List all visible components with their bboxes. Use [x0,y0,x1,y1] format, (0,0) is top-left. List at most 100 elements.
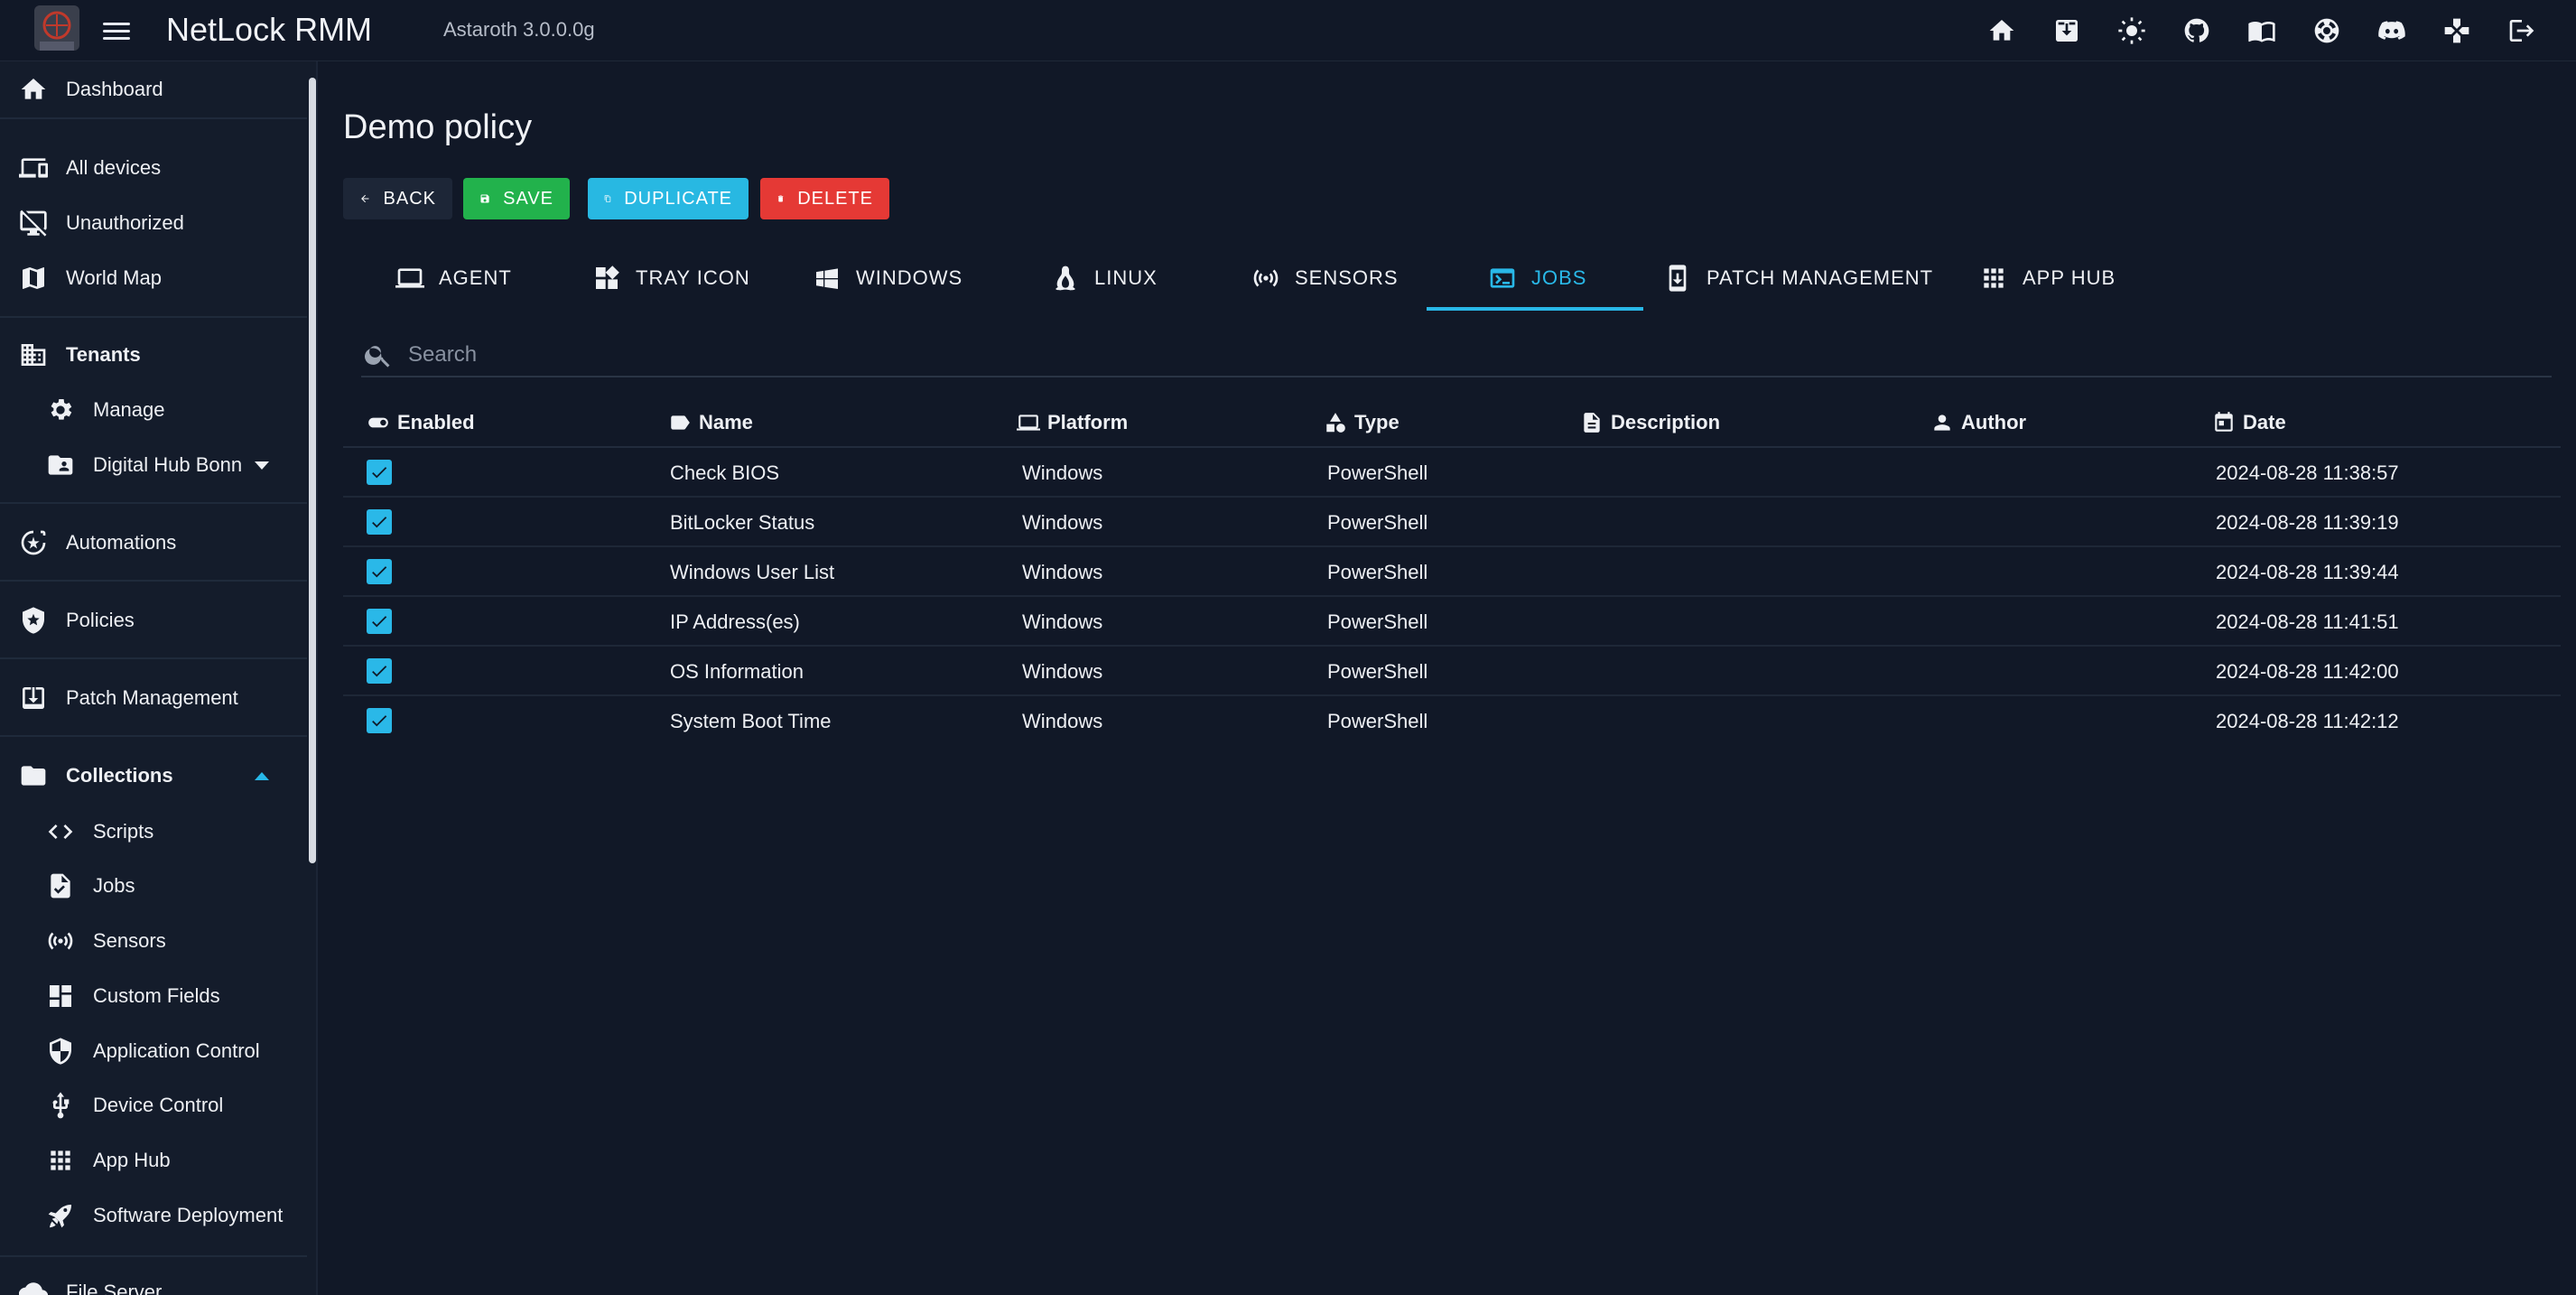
job-type: PowerShell [1327,510,1428,534]
column-header-type[interactable]: Type [1324,408,1400,437]
column-header-enabled[interactable]: Enabled [367,408,475,437]
table-row[interactable]: BitLocker Status Windows PowerShell 2024… [343,498,2561,547]
job-date: 2024-08-28 11:38:57 [2216,461,2399,484]
chevron-up-icon[interactable] [255,771,269,780]
table-row[interactable]: Check BIOS Windows PowerShell 2024-08-28… [343,448,2561,498]
divider [0,657,307,659]
column-header-platform[interactable]: Platform [1017,408,1128,437]
enabled-checkbox[interactable] [367,708,392,733]
column-header-description[interactable]: Description [1580,408,1720,437]
download-icon[interactable] [2049,13,2085,49]
tab-jobs[interactable]: JOBS [1488,246,1586,311]
sidebar-item-automations[interactable]: Automations [0,520,307,565]
sidebar-item-label: World Map [66,266,162,289]
column-header-name[interactable]: Name [668,408,753,437]
job-date: 2024-08-28 11:41:51 [2216,610,2399,633]
column-header-date[interactable]: Date [2212,408,2286,437]
arrow-left-icon [361,194,369,203]
sidebar-item-dashboard[interactable]: Dashboard [0,67,307,112]
sidebar-item-all-devices[interactable]: All devices [0,145,307,191]
enabled-checkbox[interactable] [367,658,392,684]
sidebar-item-device-control[interactable]: Device Control [0,1083,307,1128]
top-bar: NetLock RMM Astaroth 3.0.0.0g [0,0,2576,61]
documentation-icon[interactable] [2244,13,2280,49]
divider [0,580,307,582]
job-name: Windows User List [670,560,835,583]
tab-patch-management[interactable]: PATCH MANAGEMENT [1663,246,1933,311]
delete-button[interactable]: DELETE [760,178,889,219]
sidebar-item-manage[interactable]: Manage [0,387,307,433]
table-row[interactable]: IP Address(es) Windows PowerShell 2024-0… [343,597,2561,647]
duplicate-button[interactable]: DUPLICATE [588,178,749,219]
sidebar-item-custom-fields[interactable]: Custom Fields [0,974,307,1019]
sidebar-item-label: Device Control [93,1094,224,1116]
sidebar-item-label: Jobs [93,874,135,897]
github-icon[interactable] [2179,13,2215,49]
sidebar-item-unauthorized[interactable]: Unauthorized [0,200,307,246]
gamepad-icon[interactable] [2439,13,2475,49]
column-header-author[interactable]: Author [1930,408,2026,437]
tab-label: WINDOWS [856,266,963,289]
theme-toggle-icon[interactable] [2114,13,2150,49]
save-button[interactable]: SAVE [463,178,570,219]
sidebar-item-label: Unauthorized [66,211,184,234]
sidebar-item-software-deployment[interactable]: Software Deployment [0,1193,307,1238]
laptop-icon [395,268,424,288]
table-row[interactable]: System Boot Time Windows PowerShell 2024… [343,696,2561,746]
sidebar-item-digital-hub-bonn[interactable]: Digital Hub Bonn [0,443,307,488]
sidebar-item-label: Patch Management [66,686,238,709]
gear-icon [45,395,76,425]
sidebar-item-collections[interactable]: Collections [0,753,307,798]
enabled-checkbox[interactable] [367,609,392,634]
job-date: 2024-08-28 11:39:44 [2216,560,2399,583]
tab-sensors[interactable]: SENSORS [1251,246,1399,311]
home-icon[interactable] [1984,13,2020,49]
tab-label: JOBS [1531,266,1587,289]
job-name: Check BIOS [670,461,780,484]
logout-icon[interactable] [2504,13,2540,49]
policy-tabs: AGENT TRAY ICON WINDOWS LINUX SENSORS JO… [343,246,2561,311]
sidebar-item-label: Application Control [93,1039,260,1062]
tab-label: PATCH MANAGEMENT [1706,266,1934,289]
chevron-down-icon[interactable] [255,461,269,470]
back-button[interactable]: BACK [343,178,452,219]
app-title: NetLock RMM [166,11,373,48]
discord-icon[interactable] [2374,13,2410,49]
sidebar-item-label: Manage [93,398,165,421]
column-header-label: Platform [1047,411,1129,433]
table-row[interactable]: OS Information Windows PowerShell 2024-0… [343,647,2561,696]
page-title: Demo policy [343,108,533,146]
sidebar-item-jobs[interactable]: Jobs [0,863,307,908]
tab-agent[interactable]: AGENT [395,246,512,311]
enabled-checkbox[interactable] [367,559,392,584]
sidebar-item-sensors[interactable]: Sensors [0,918,307,964]
support-icon[interactable] [2309,13,2345,49]
sidebar-item-application-control[interactable]: Application Control [0,1029,307,1074]
person-icon [1934,415,1950,431]
duplicate-button-label: DUPLICATE [624,188,732,209]
sidebar-item-file-server[interactable]: File Server [0,1270,307,1295]
tab-windows[interactable]: WINDOWS [813,246,963,311]
sidebar-scrollbar[interactable] [309,78,316,863]
sidebar-item-world-map[interactable]: World Map [0,256,307,301]
sidebar-item-scripts[interactable]: Scripts [0,809,307,854]
code-icon [45,816,76,847]
app-version: Astaroth 3.0.0.0g [443,18,595,41]
tab-app-hub[interactable]: APP HUB [1979,246,2116,311]
menu-toggle-button[interactable] [103,18,130,43]
job-date: 2024-08-28 11:42:12 [2216,709,2399,732]
sidebar-item-app-hub[interactable]: App Hub [0,1138,307,1183]
enabled-checkbox[interactable] [367,509,392,535]
top-icon-bar [1984,13,2540,49]
search-input[interactable] [408,342,2485,368]
apps-icon [45,1145,76,1176]
tab-linux[interactable]: LINUX [1051,246,1158,311]
table-row[interactable]: Windows User List Windows PowerShell 202… [343,547,2561,597]
sidebar-item-patch-management[interactable]: Patch Management [0,675,307,721]
enabled-checkbox[interactable] [367,460,392,485]
netlock-logo [27,4,87,58]
column-header-label: Date [2243,411,2286,433]
sidebar-item-tenants[interactable]: Tenants [0,332,307,377]
sidebar-item-policies[interactable]: Policies [0,598,307,643]
tab-tray-icon[interactable]: TRAY ICON [592,246,750,311]
